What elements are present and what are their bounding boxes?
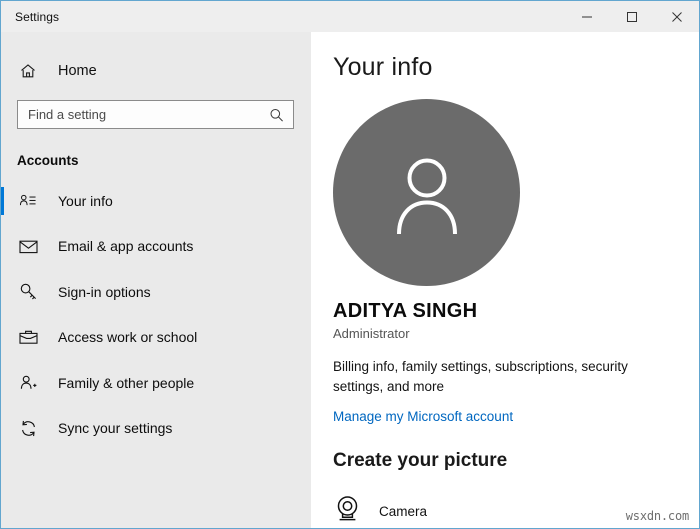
user-name: ADITYA SINGH <box>333 300 699 323</box>
sidebar-item-sync-your-settings[interactable]: Sync your settings <box>1 406 311 452</box>
minimize-button[interactable] <box>564 1 609 32</box>
person-avatar-icon <box>379 142 475 243</box>
sidebar-section-title: Accounts <box>17 153 311 168</box>
sidebar-item-your-info-label: Your info <box>58 193 113 209</box>
selection-accent-bar <box>1 278 4 306</box>
close-button[interactable] <box>654 1 699 32</box>
close-icon <box>671 11 683 23</box>
search-input[interactable] <box>18 101 293 128</box>
sidebar-item-home[interactable]: Home <box>1 51 311 91</box>
sidebar-item-email-app-accounts[interactable]: Email & app accounts <box>1 224 311 270</box>
sidebar-item-access-work-school-label: Access work or school <box>58 329 197 345</box>
selection-accent-bar <box>1 324 4 352</box>
avatar[interactable] <box>333 99 520 286</box>
selection-accent-bar <box>1 233 4 261</box>
selection-accent-bar <box>1 415 4 443</box>
contact-card-icon <box>19 192 41 210</box>
sync-icon <box>19 419 41 438</box>
briefcase-icon <box>19 329 41 345</box>
sidebar: Home Accounts <box>1 32 311 529</box>
camera-label: Camera <box>379 504 427 519</box>
page-title: Your info <box>333 53 699 82</box>
create-picture-title: Create your picture <box>333 450 699 472</box>
selection-accent-bar <box>1 369 4 397</box>
sidebar-item-home-label: Home <box>58 63 97 79</box>
key-icon <box>19 282 41 301</box>
sidebar-item-access-work-school[interactable]: Access work or school <box>1 315 311 361</box>
maximize-button[interactable] <box>609 1 654 32</box>
window-title: Settings <box>15 10 59 24</box>
window-controls <box>564 1 699 32</box>
settings-window: Settings <box>0 0 700 529</box>
maximize-icon <box>626 11 638 23</box>
search-icon[interactable] <box>269 107 284 122</box>
user-role: Administrator <box>333 326 699 341</box>
sidebar-item-sign-in-options[interactable]: Sign-in options <box>1 269 311 315</box>
billing-description: Billing info, family settings, subscript… <box>333 357 663 397</box>
envelope-icon <box>19 239 41 254</box>
minimize-icon <box>581 11 593 23</box>
webcam-icon <box>333 494 362 528</box>
sidebar-item-sign-in-options-label: Sign-in options <box>58 284 151 300</box>
sidebar-item-family-other-people[interactable]: Family & other people <box>1 360 311 406</box>
home-icon <box>19 62 41 80</box>
sidebar-nav-list: Your info Email & app accounts <box>1 178 311 451</box>
sidebar-item-sync-your-settings-label: Sync your settings <box>58 420 172 436</box>
content-pane: Your info ADITYA SINGH Administrator Bil… <box>311 32 699 529</box>
person-add-icon <box>19 374 41 392</box>
title-bar: Settings <box>1 1 699 32</box>
search-box[interactable] <box>17 100 294 129</box>
selection-accent-bar <box>1 187 4 215</box>
sidebar-item-your-info[interactable]: Your info <box>1 178 311 224</box>
manage-microsoft-account-link[interactable]: Manage my Microsoft account <box>333 409 513 424</box>
sidebar-item-email-app-accounts-label: Email & app accounts <box>58 238 193 254</box>
sidebar-item-family-other-people-label: Family & other people <box>58 375 194 391</box>
watermark: wsxdn.com <box>626 509 689 523</box>
